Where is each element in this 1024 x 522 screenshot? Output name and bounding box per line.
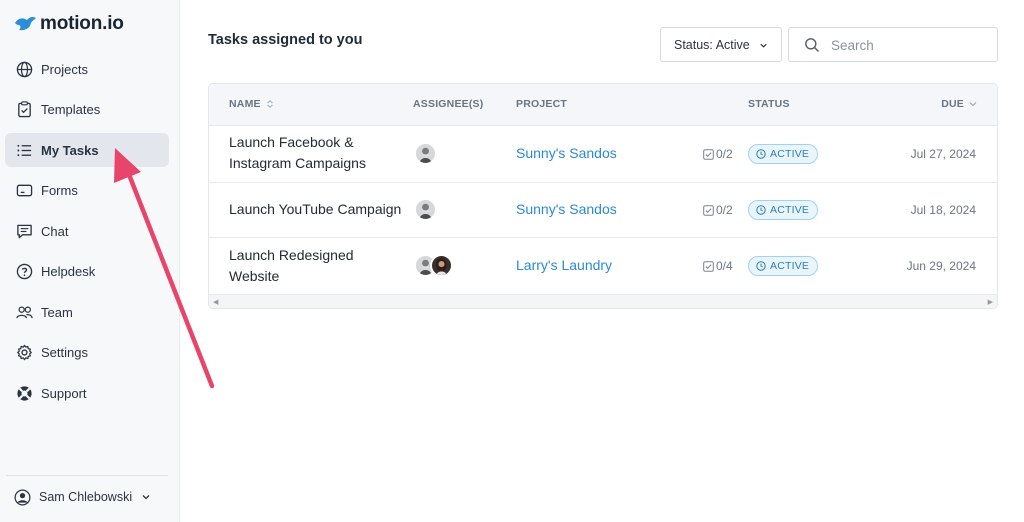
column-header-name[interactable]: NAME xyxy=(229,98,274,110)
checkbox-icon xyxy=(703,204,714,216)
status-text: ACTIVE xyxy=(770,148,810,160)
status-text: ACTIVE xyxy=(770,204,810,216)
sidebar-item-label: Chat xyxy=(41,223,69,239)
gear-icon xyxy=(15,344,33,362)
task-name[interactable]: Launch Redesigned Website xyxy=(229,245,369,287)
chevron-down-icon xyxy=(142,495,150,500)
task-name[interactable]: Launch YouTube Campaign xyxy=(229,199,409,220)
scroll-left-arrow-icon[interactable]: ◀ xyxy=(213,298,218,306)
sidebar-item-label: Team xyxy=(41,304,73,320)
column-header-label: PROJECT xyxy=(516,98,567,110)
project-link[interactable]: Sunny's Sandos xyxy=(516,201,617,217)
table-row[interactable]: Launch Facebook & Instagram Campaigns Su… xyxy=(209,126,997,183)
sidebar-item-label: Templates xyxy=(41,102,101,117)
column-header-label: ASSIGNEE(S) xyxy=(413,98,484,110)
avatar[interactable] xyxy=(414,198,437,221)
sidebar-item-my-tasks[interactable]: My Tasks xyxy=(5,133,169,167)
column-header-status: STATUS xyxy=(748,98,790,110)
sidebar: motion.io Projects Templates My Tasks Fo… xyxy=(0,0,180,522)
sidebar-item-label: Projects xyxy=(41,61,88,77)
status-badge: ACTIVE xyxy=(748,200,819,220)
sidebar-item-helpdesk[interactable]: Helpdesk xyxy=(5,255,169,289)
sidebar-item-label: My Tasks xyxy=(41,142,99,158)
sidebar-item-settings[interactable]: Settings xyxy=(5,336,169,370)
avatar[interactable] xyxy=(414,142,437,165)
chevron-down-icon xyxy=(969,102,977,107)
checklist-count: 0/4 xyxy=(703,259,733,273)
table-header: NAME ASSIGNEE(S) PROJECT STATUS DUE xyxy=(209,84,997,126)
user-avatar-icon xyxy=(14,489,31,505)
sort-icon xyxy=(266,100,273,108)
sidebar-item-label: Helpdesk xyxy=(41,264,96,279)
sidebar-divider xyxy=(6,475,168,476)
project-link[interactable]: Sunny's Sandos xyxy=(516,145,617,161)
clock-icon xyxy=(756,261,766,271)
help-circle-icon xyxy=(15,263,33,281)
sidebar-item-label: Support xyxy=(41,385,87,401)
chevron-down-icon xyxy=(760,43,767,48)
sidebar-item-chat[interactable]: Chat xyxy=(5,214,169,248)
due-date: Jul 27, 2024 xyxy=(910,147,976,161)
globe-icon xyxy=(15,60,33,78)
sidebar-item-label: Settings xyxy=(41,345,88,360)
status-text: ACTIVE xyxy=(770,260,810,272)
form-icon xyxy=(15,182,33,200)
project-link[interactable]: Larry's Laundry xyxy=(516,257,612,273)
list-icon xyxy=(15,141,33,159)
logo-bird-icon xyxy=(15,16,36,31)
clock-icon xyxy=(756,149,766,159)
search-input[interactable] xyxy=(831,36,986,54)
checkbox-icon xyxy=(703,148,714,160)
sidebar-item-projects[interactable]: Projects xyxy=(5,52,169,86)
status-filter-select[interactable]: Status: Active xyxy=(660,27,782,62)
column-header-due[interactable]: DUE xyxy=(941,98,977,110)
status-filter-value: Status: Active xyxy=(674,37,750,52)
motion-logo[interactable]: motion.io xyxy=(13,12,124,36)
table-row[interactable]: Launch YouTube Campaign Sunny's Sandos 0… xyxy=(209,183,997,238)
column-header-label: STATUS xyxy=(748,98,790,110)
sidebar-item-templates[interactable]: Templates xyxy=(5,93,169,127)
scroll-right-arrow-icon[interactable]: ▶ xyxy=(988,298,993,306)
avatar[interactable] xyxy=(430,254,453,277)
horizontal-scrollbar[interactable]: ◀ ▶ xyxy=(209,294,997,308)
column-header-project: PROJECT xyxy=(516,98,567,110)
tasks-table: NAME ASSIGNEE(S) PROJECT STATUS DUE Laun… xyxy=(208,83,998,309)
status-badge: ACTIVE xyxy=(748,144,819,164)
checklist-count: 0/2 xyxy=(703,203,733,217)
assignee-avatars xyxy=(414,254,453,277)
column-header-assignees: ASSIGNEE(S) xyxy=(413,98,483,110)
checklist-text: 0/4 xyxy=(716,259,733,273)
search-box xyxy=(788,27,998,62)
checklist-text: 0/2 xyxy=(716,147,733,161)
team-icon xyxy=(15,303,33,321)
page-title: Tasks assigned to you xyxy=(208,32,363,48)
column-header-label: NAME xyxy=(229,98,261,110)
chat-icon xyxy=(15,222,33,240)
sidebar-nav: Projects Templates My Tasks Forms Chat H… xyxy=(0,52,180,417)
column-header-label: DUE xyxy=(941,98,964,110)
clock-icon xyxy=(756,205,766,215)
assignee-avatars xyxy=(414,198,437,221)
checkbox-icon xyxy=(703,260,714,272)
checklist-text: 0/2 xyxy=(716,203,733,217)
due-date: Jun 29, 2024 xyxy=(906,259,976,273)
user-name: Sam Chlebowski xyxy=(39,490,133,504)
status-badge: ACTIVE xyxy=(748,256,819,276)
due-date: Jul 18, 2024 xyxy=(910,203,976,217)
clipboard-check-icon xyxy=(15,101,33,119)
sidebar-item-support[interactable]: Support xyxy=(5,376,169,410)
sidebar-item-team[interactable]: Team xyxy=(5,295,169,329)
table-row[interactable]: Launch Redesigned Website Larry's Laundr… xyxy=(209,238,997,295)
checklist-count: 0/2 xyxy=(703,147,733,161)
assignee-avatars xyxy=(414,142,437,165)
lifebuoy-icon xyxy=(15,384,33,402)
search-icon xyxy=(805,38,820,53)
app-name: motion.io xyxy=(40,13,124,34)
user-menu[interactable]: Sam Chlebowski xyxy=(14,487,159,507)
sidebar-item-label: Forms xyxy=(41,183,78,198)
task-name[interactable]: Launch Facebook & Instagram Campaigns xyxy=(229,132,409,174)
sidebar-item-forms[interactable]: Forms xyxy=(5,174,169,208)
